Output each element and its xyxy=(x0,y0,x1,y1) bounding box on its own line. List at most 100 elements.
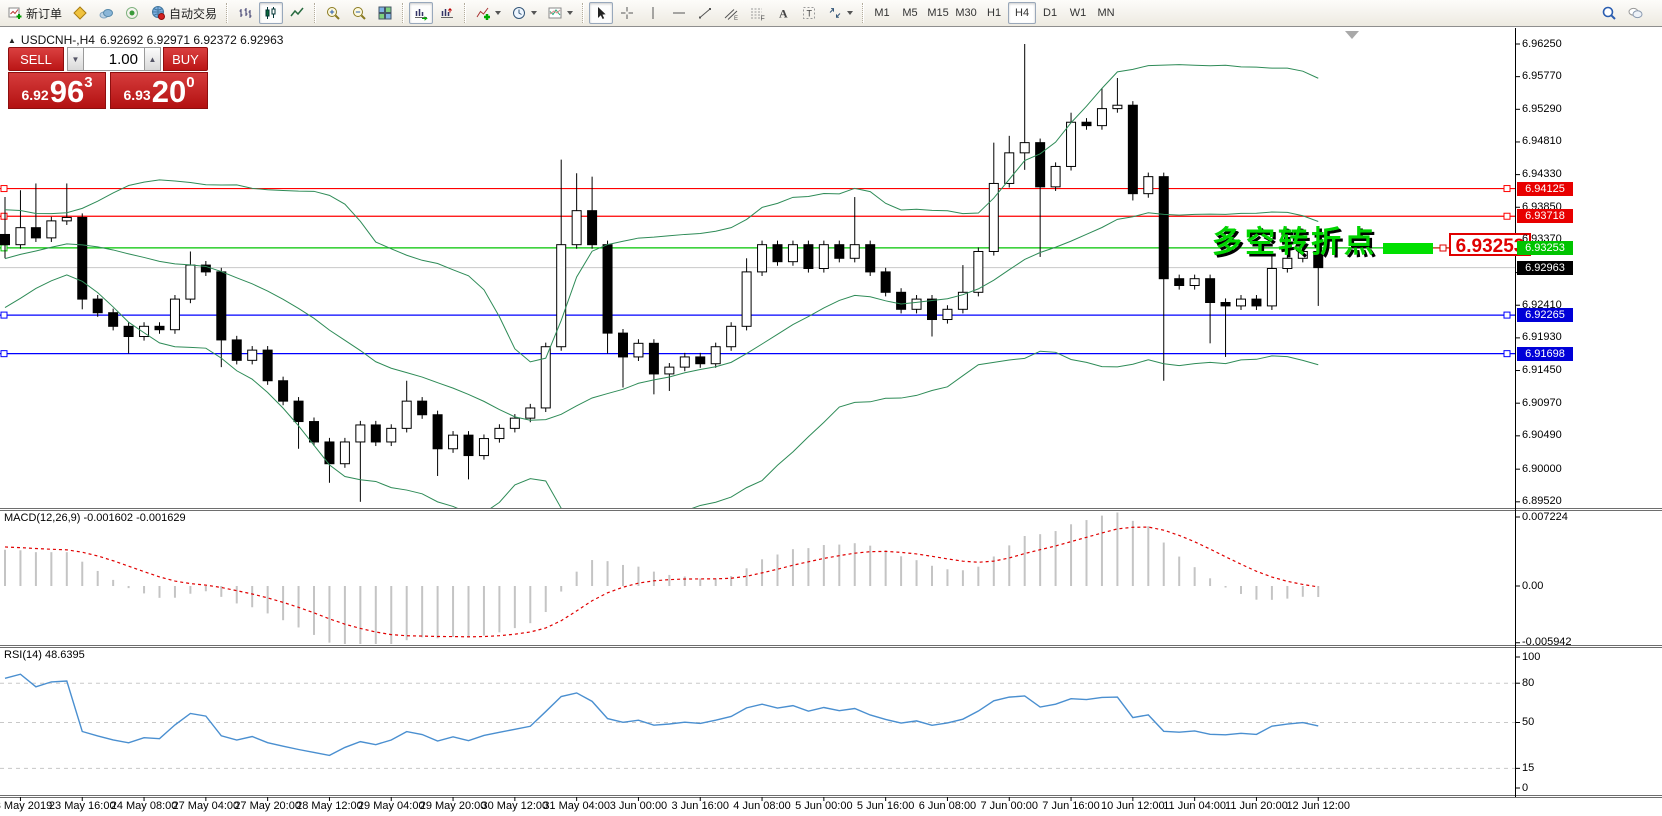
candle-bull xyxy=(387,428,396,442)
price-axis-label: 6.94330 xyxy=(1522,168,1562,181)
candle-bull xyxy=(1020,143,1029,153)
candle-bull xyxy=(170,299,179,330)
price-level-badge: 6.92265 xyxy=(1517,308,1573,322)
candle-bull xyxy=(1097,109,1106,126)
buy-price-big: 20 xyxy=(152,79,186,105)
pivot-highlight-rectangle xyxy=(1383,243,1433,254)
candle-bull xyxy=(541,347,550,408)
candle-bear xyxy=(294,401,303,421)
symbol-ohlc: 6.92692 6.92971 6.92372 6.92963 xyxy=(100,33,284,47)
chart-shift-marker-icon xyxy=(1345,31,1359,39)
main-chart-layer xyxy=(0,44,1515,545)
hline-right-handle xyxy=(1504,312,1510,318)
volume-increase-button[interactable]: ▲ xyxy=(144,47,161,71)
candle-bear xyxy=(217,272,226,340)
candle-bear xyxy=(78,217,87,299)
price-level-badge: 6.93253 xyxy=(1517,241,1573,255)
rsi-axis-label: 50 xyxy=(1522,716,1534,729)
candle-bear xyxy=(619,333,628,357)
price-level-badge: 6.93718 xyxy=(1517,209,1573,223)
candle-bear xyxy=(881,272,890,292)
candle-bear xyxy=(804,245,813,269)
candle-bull xyxy=(912,299,921,309)
candle-bull xyxy=(1051,166,1060,186)
rsi-line xyxy=(5,674,1318,755)
price-tag-anchor xyxy=(1440,245,1446,251)
chart-title: ▲ USDCNH-,H4 6.92692 6.92971 6.92372 6.9… xyxy=(8,33,283,47)
candle-bull xyxy=(495,428,504,438)
candle-bull xyxy=(62,217,71,220)
hline-left-handle xyxy=(1,312,7,318)
macd-axis-label: -0.005942 xyxy=(1522,636,1572,649)
candle-bear xyxy=(155,326,164,329)
time-axis-label: 12 Jun 12:00 xyxy=(1270,800,1366,812)
current-price-badge: 6.92963 xyxy=(1517,261,1573,275)
price-axis-label: 6.94810 xyxy=(1522,135,1562,148)
sell-price-small: 6.92 xyxy=(21,87,48,103)
candle-bull xyxy=(634,343,643,357)
price-axis-label: 6.91930 xyxy=(1522,331,1562,344)
candle-bear xyxy=(279,381,288,401)
volume-decrease-button[interactable]: ▼ xyxy=(67,47,84,71)
candle-bear xyxy=(310,422,319,442)
candle-bull xyxy=(758,245,767,272)
candle-bear xyxy=(433,415,442,449)
price-axis-label: 6.91450 xyxy=(1522,364,1562,377)
candle-bull xyxy=(340,442,349,464)
collapse-triangle-icon[interactable]: ▲ xyxy=(8,36,16,45)
buy-price-button[interactable]: 6.93 20 0 xyxy=(110,72,208,109)
price-axis-label: 6.89520 xyxy=(1522,495,1562,508)
candle-bear xyxy=(1036,143,1045,187)
candle-bull xyxy=(526,408,535,418)
volume-input[interactable] xyxy=(84,47,144,71)
candle-bull xyxy=(943,309,952,319)
symbol-name: USDCNH-,H4 xyxy=(21,33,95,47)
hline-right-handle xyxy=(1504,351,1510,357)
price-axis-label: 6.96250 xyxy=(1522,38,1562,51)
buy-price-sup: 0 xyxy=(186,74,194,91)
candle-bull xyxy=(572,211,581,245)
price-axis-label: 6.90000 xyxy=(1522,463,1562,476)
candle-bear xyxy=(588,211,597,245)
pivot-annotation-text: 多空转折点 xyxy=(1212,217,1377,261)
candle-bear xyxy=(1206,279,1215,303)
candle-bear xyxy=(1221,303,1230,306)
sell-price-sup: 3 xyxy=(84,74,92,91)
candle-bear xyxy=(773,245,782,262)
rsi-axis-label: 15 xyxy=(1522,762,1534,775)
candle-bear xyxy=(649,343,658,374)
macd-axis-label: 0.00 xyxy=(1522,580,1543,593)
candle-bull xyxy=(742,272,751,326)
candle-bull xyxy=(479,439,488,456)
candle-bull xyxy=(711,347,720,364)
candle-bear xyxy=(371,425,380,442)
candle-bear xyxy=(124,326,133,336)
sell-button[interactable]: SELL xyxy=(8,47,64,71)
price-axis-label: 6.90970 xyxy=(1522,397,1562,410)
price-axis-label: 6.90490 xyxy=(1522,429,1562,442)
rsi-indicator-label: RSI(14) 48.6395 xyxy=(4,649,85,661)
macd-indicator-label: MACD(12,26,9) -0.001602 -0.001629 xyxy=(4,512,186,524)
bb-middle-band xyxy=(5,212,1318,420)
price-level-badge: 6.91698 xyxy=(1517,347,1573,361)
candle-bull xyxy=(665,367,674,374)
candle-bear xyxy=(31,228,40,238)
candle-bear xyxy=(603,245,612,333)
hline-right-handle xyxy=(1504,186,1510,192)
chart-canvas[interactable] xyxy=(0,0,1662,816)
candle-bear xyxy=(928,299,937,319)
candle-bull xyxy=(449,435,458,449)
price-axis-label: 6.95290 xyxy=(1522,103,1562,116)
candle-bull xyxy=(1144,177,1153,194)
candle-bear xyxy=(232,340,241,360)
candle-bear xyxy=(1252,299,1261,306)
buy-button[interactable]: BUY xyxy=(163,47,208,71)
candle-bear xyxy=(1082,122,1091,125)
candle-bull xyxy=(248,350,257,360)
sell-price-button[interactable]: 6.92 96 3 xyxy=(8,72,106,109)
candle-bull xyxy=(788,245,797,262)
macd-axis-label: 0.007224 xyxy=(1522,511,1568,524)
candle-bear xyxy=(1175,279,1184,286)
buy-price-small: 6.93 xyxy=(123,87,150,103)
rsi-axis-label: 0 xyxy=(1522,782,1528,795)
